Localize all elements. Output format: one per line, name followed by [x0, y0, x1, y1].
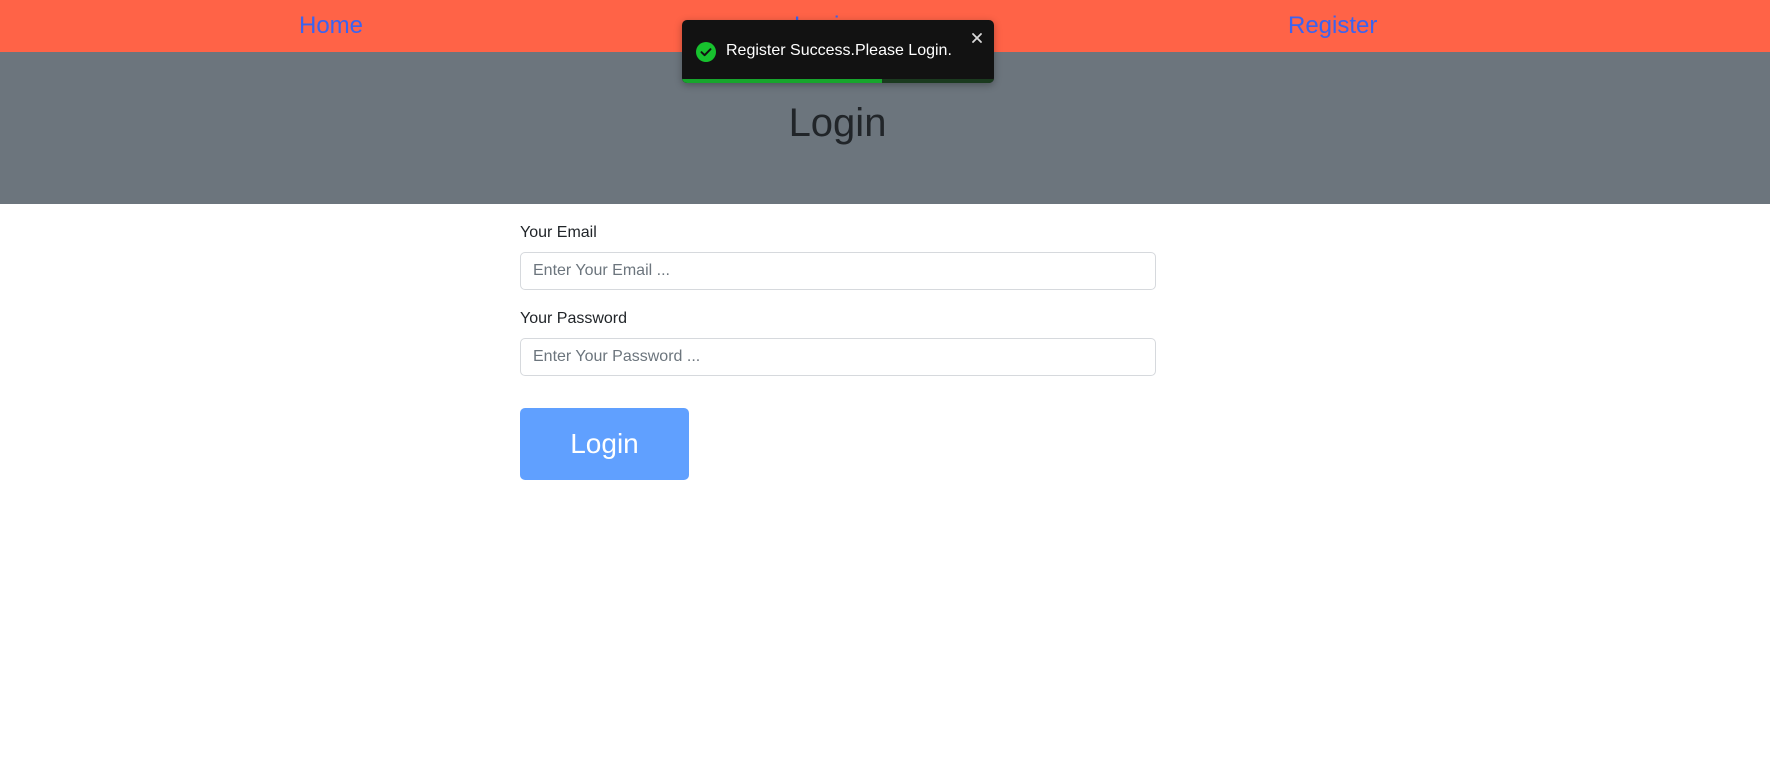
- nav-link-home[interactable]: Home: [299, 12, 363, 40]
- email-field[interactable]: [520, 252, 1156, 290]
- login-button[interactable]: Login: [520, 408, 689, 480]
- check-circle-icon: [696, 42, 716, 62]
- success-toast[interactable]: Register Success.Please Login.: [682, 20, 994, 83]
- nav-link-register[interactable]: Register: [1288, 12, 1377, 40]
- page-title: Login: [788, 101, 887, 145]
- email-label: Your Email: [520, 224, 597, 241]
- toast-progress-bar: [682, 79, 882, 83]
- password-field[interactable]: [520, 338, 1156, 376]
- password-label: Your Password: [520, 310, 628, 327]
- toast-progress-track: [682, 79, 994, 83]
- close-icon[interactable]: [969, 30, 985, 46]
- toast-message: Register Success.Please Login.: [726, 42, 952, 59]
